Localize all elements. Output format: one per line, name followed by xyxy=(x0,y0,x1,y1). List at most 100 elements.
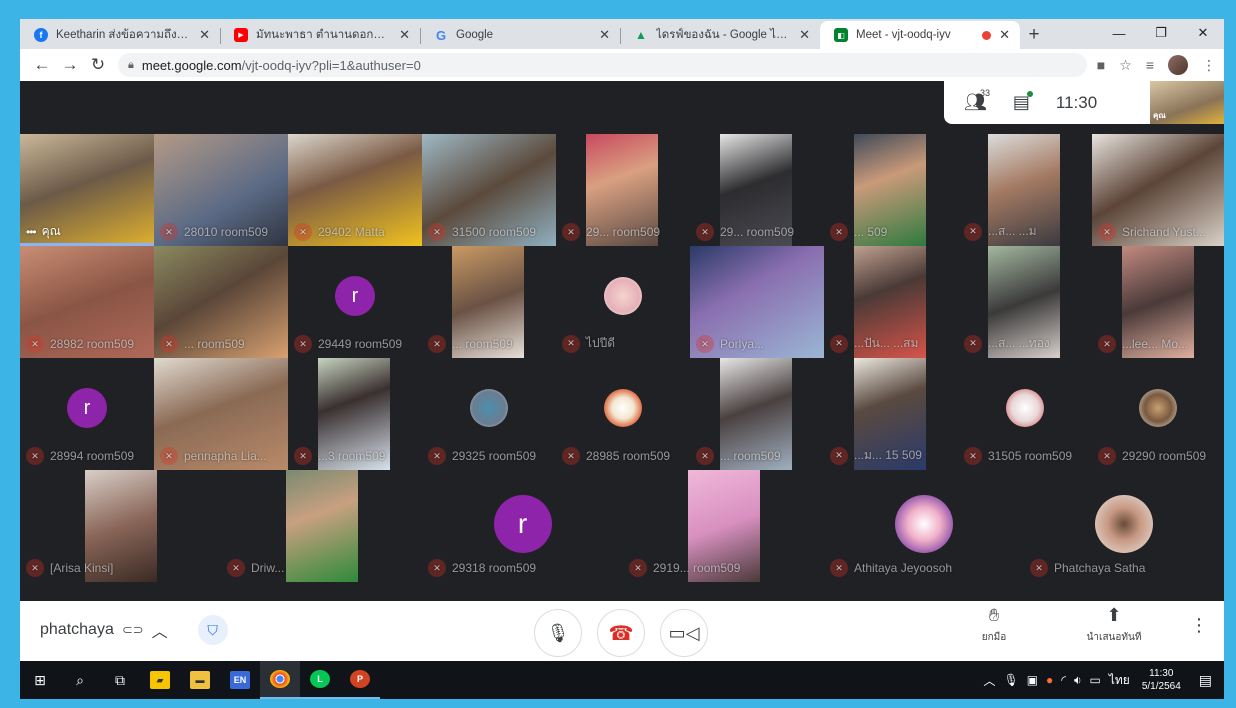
close-window-icon[interactable]: ✕ xyxy=(1182,19,1224,47)
more-options-icon[interactable]: ⋮ xyxy=(1174,615,1224,636)
tray-mic-icon[interactable]: 🎙︎ xyxy=(1003,673,1018,687)
new-tab-button[interactable]: + xyxy=(1020,21,1048,49)
participant-name: คุณ xyxy=(41,224,61,238)
participant-tile[interactable]: r ✕ 29449 room509 xyxy=(288,246,422,358)
forward-icon[interactable]: → xyxy=(56,51,84,79)
close-icon[interactable]: ✕ xyxy=(399,27,410,43)
tray-app-icon[interactable]: ▣ xyxy=(1027,673,1038,687)
powerpoint-icon[interactable]: P xyxy=(340,661,380,699)
tab-youtube[interactable]: ▶ มัทนะพาธา ตำนานดอกกุหลาบ | Po ✕ xyxy=(220,21,420,49)
reload-icon[interactable]: ↻ xyxy=(84,51,112,79)
controls-right: ✋︎ ยกมือ ⬆︎ นำเสนอทันที ⋮ xyxy=(934,605,1224,645)
participant-tile[interactable]: r ✕ 28994 room509 xyxy=(20,358,154,470)
camera-indicator-icon[interactable]: ■ xyxy=(1097,57,1105,73)
participant-tile[interactable]: ✕ ...ม... 15 509 xyxy=(824,358,958,470)
participant-tile[interactable]: ✕ 28982 room509 xyxy=(20,246,154,358)
participant-tile[interactable]: ✕ ...ส... ...ม xyxy=(958,134,1092,246)
participant-tile[interactable]: ••• คุณ xyxy=(20,134,154,246)
address-bar[interactable]: 🔒︎ meet.google.com /vjt-oodq-iyv?pli=1&a… xyxy=(118,53,1087,77)
close-icon[interactable]: ✕ xyxy=(199,27,210,43)
back-icon[interactable]: ← xyxy=(28,51,56,79)
participant-tile[interactable]: ✕ pennapha Lia... xyxy=(154,358,288,470)
profile-avatar[interactable] xyxy=(1168,55,1188,75)
participant-tile[interactable]: ✕ 29325 room509 xyxy=(422,358,556,470)
sticky-notes-icon[interactable]: ▰ xyxy=(140,661,180,699)
mic-muted-icon: ✕ xyxy=(830,446,848,465)
participant-tile[interactable]: ✕ ...lee... Mo... xyxy=(1092,246,1224,358)
chrome-icon[interactable] xyxy=(260,661,300,699)
close-icon[interactable]: ✕ xyxy=(599,27,610,43)
tab-drive[interactable]: ▲ ไดรฟ์ของฉัน - Google ไดรฟ์ ✕ xyxy=(620,21,820,49)
participant-tile[interactable]: ✕ 29... room509 xyxy=(556,134,690,246)
input-language[interactable]: ไทย xyxy=(1109,671,1130,690)
participant-tile[interactable]: ✕ 29... room509 xyxy=(690,134,824,246)
tab-strip: f Keetharin ส่งข้อความถึงคุณ ✕ ▶ มัทนะพา… xyxy=(20,19,1224,49)
participant-tile[interactable]: ✕ Athitaya Jeyoosoh xyxy=(824,470,1024,582)
mic-button[interactable]: 🎙︎ xyxy=(534,609,582,657)
mic-muted-icon: ✕ xyxy=(629,559,647,577)
notifications-icon[interactable]: ▤ xyxy=(1199,672,1212,689)
host-controls-shield-icon[interactable]: ⛉ xyxy=(197,615,228,645)
raise-hand-button[interactable]: ✋︎ ยกมือ xyxy=(934,605,1054,645)
participant-name-row: ✕ Phatchaya Satha xyxy=(1030,559,1220,577)
close-icon[interactable]: ✕ xyxy=(999,27,1010,43)
participant-name-row: ••• คุณ xyxy=(26,222,150,241)
taskbar-clock[interactable]: 11:30 5/1/2564 xyxy=(1142,667,1181,693)
participant-tile[interactable]: ✕ 31505 room509 xyxy=(958,358,1092,470)
participant-name: Phatchaya Satha xyxy=(1054,561,1146,575)
file-explorer-icon[interactable]: ▬ xyxy=(180,661,220,699)
participant-tile[interactable]: ✕ ... room509 xyxy=(422,246,556,358)
participant-tile[interactable]: ✕ ... room509 xyxy=(690,358,824,470)
participant-tile[interactable]: ✕ [Arisa Kinsi] xyxy=(20,470,221,582)
chat-icon[interactable]: ▤ xyxy=(1013,91,1033,113)
participant-tile[interactable]: ✕ 31500 room509 xyxy=(422,134,556,246)
participants-button[interactable]: 👥︎ 33 xyxy=(964,88,990,113)
participant-tile[interactable]: ✕ 29402 Matta xyxy=(288,134,422,246)
tab-meet[interactable]: ◧ Meet - vjt-oodq-iyv ✕ xyxy=(820,21,1020,49)
participant-tile[interactable]: ✕ ...ปัน... ...สม xyxy=(824,246,958,358)
participant-avatar-image xyxy=(895,495,953,553)
bookmark-star-icon[interactable]: ☆ xyxy=(1119,57,1132,74)
language-app-icon[interactable]: EN xyxy=(220,661,260,699)
participant-tile[interactable]: ✕ ...ส... ...ทอง xyxy=(958,246,1092,358)
line-app-icon[interactable]: L xyxy=(300,661,340,699)
tab-facebook[interactable]: f Keetharin ส่งข้อความถึงคุณ ✕ xyxy=(20,21,220,49)
participant-tile[interactable]: ✕ Driw... xyxy=(221,470,422,582)
minimize-icon[interactable]: — xyxy=(1098,19,1140,47)
participant-tile[interactable]: ✕ ...3 room509 xyxy=(288,358,422,470)
restore-icon[interactable]: ❐ xyxy=(1140,19,1182,47)
participant-tile[interactable]: ✕ 28985 room509 xyxy=(556,358,690,470)
participant-tile[interactable]: ✕ Phatchaya Satha xyxy=(1024,470,1224,582)
participant-tile[interactable]: ✕ 2919... room509 xyxy=(623,470,824,582)
participant-tile[interactable]: ✕ Porlya... xyxy=(690,246,824,358)
participant-name: ไปปีดี xyxy=(586,336,616,350)
chevron-up-icon[interactable]: ︿ xyxy=(152,618,168,642)
participant-tile[interactable]: r ✕ 29318 room509 xyxy=(422,470,623,582)
self-view-thumbnail[interactable]: คุณ xyxy=(1150,81,1224,124)
volume-icon[interactable]: 🔉︎ xyxy=(1074,673,1082,688)
lock-icon[interactable]: 🔒︎ xyxy=(128,59,134,72)
speaking-indicator-icon: ••• xyxy=(26,224,37,239)
participant-tile[interactable]: ✕ ... 509 xyxy=(824,134,958,246)
hang-up-button[interactable]: ☎︎ xyxy=(597,609,645,657)
participant-tile[interactable]: ✕ ไปปีดี xyxy=(556,246,690,358)
participant-tile[interactable]: ✕ 29290 room509 xyxy=(1092,358,1224,470)
media-queue-icon[interactable]: ≡ xyxy=(1146,57,1154,73)
participant-tile[interactable]: ✕ ... room509 xyxy=(154,246,288,358)
tray-expand-icon[interactable]: ︿ xyxy=(983,672,995,689)
tab-title: ไดรฟ์ของฉัน - Google ไดรฟ์ xyxy=(656,29,792,41)
participant-tile[interactable]: ✕ Srichand Yust... xyxy=(1092,134,1224,246)
menu-icon[interactable]: ⋮ xyxy=(1202,57,1216,74)
close-icon[interactable]: ✕ xyxy=(799,27,810,43)
camera-button[interactable]: ▭◁ xyxy=(660,609,708,657)
tab-google[interactable]: G Google ✕ xyxy=(420,21,620,49)
tray-record-icon[interactable]: ● xyxy=(1046,673,1053,687)
battery-icon[interactable]: ▭ xyxy=(1090,673,1101,687)
windows-start-icon[interactable]: ⊞ xyxy=(20,661,60,699)
present-now-button[interactable]: ⬆︎ นำเสนอทันที xyxy=(1054,605,1174,645)
task-view-icon[interactable]: ⧉ xyxy=(100,661,140,699)
search-icon[interactable]: ⌕ xyxy=(60,661,100,699)
meeting-details[interactable]: phatchaya ⊂⊃ ︿ ⛉ xyxy=(40,615,228,645)
participant-tile[interactable]: ✕ 28010 room509 xyxy=(154,134,288,246)
wifi-icon[interactable]: ◜ xyxy=(1061,673,1066,687)
